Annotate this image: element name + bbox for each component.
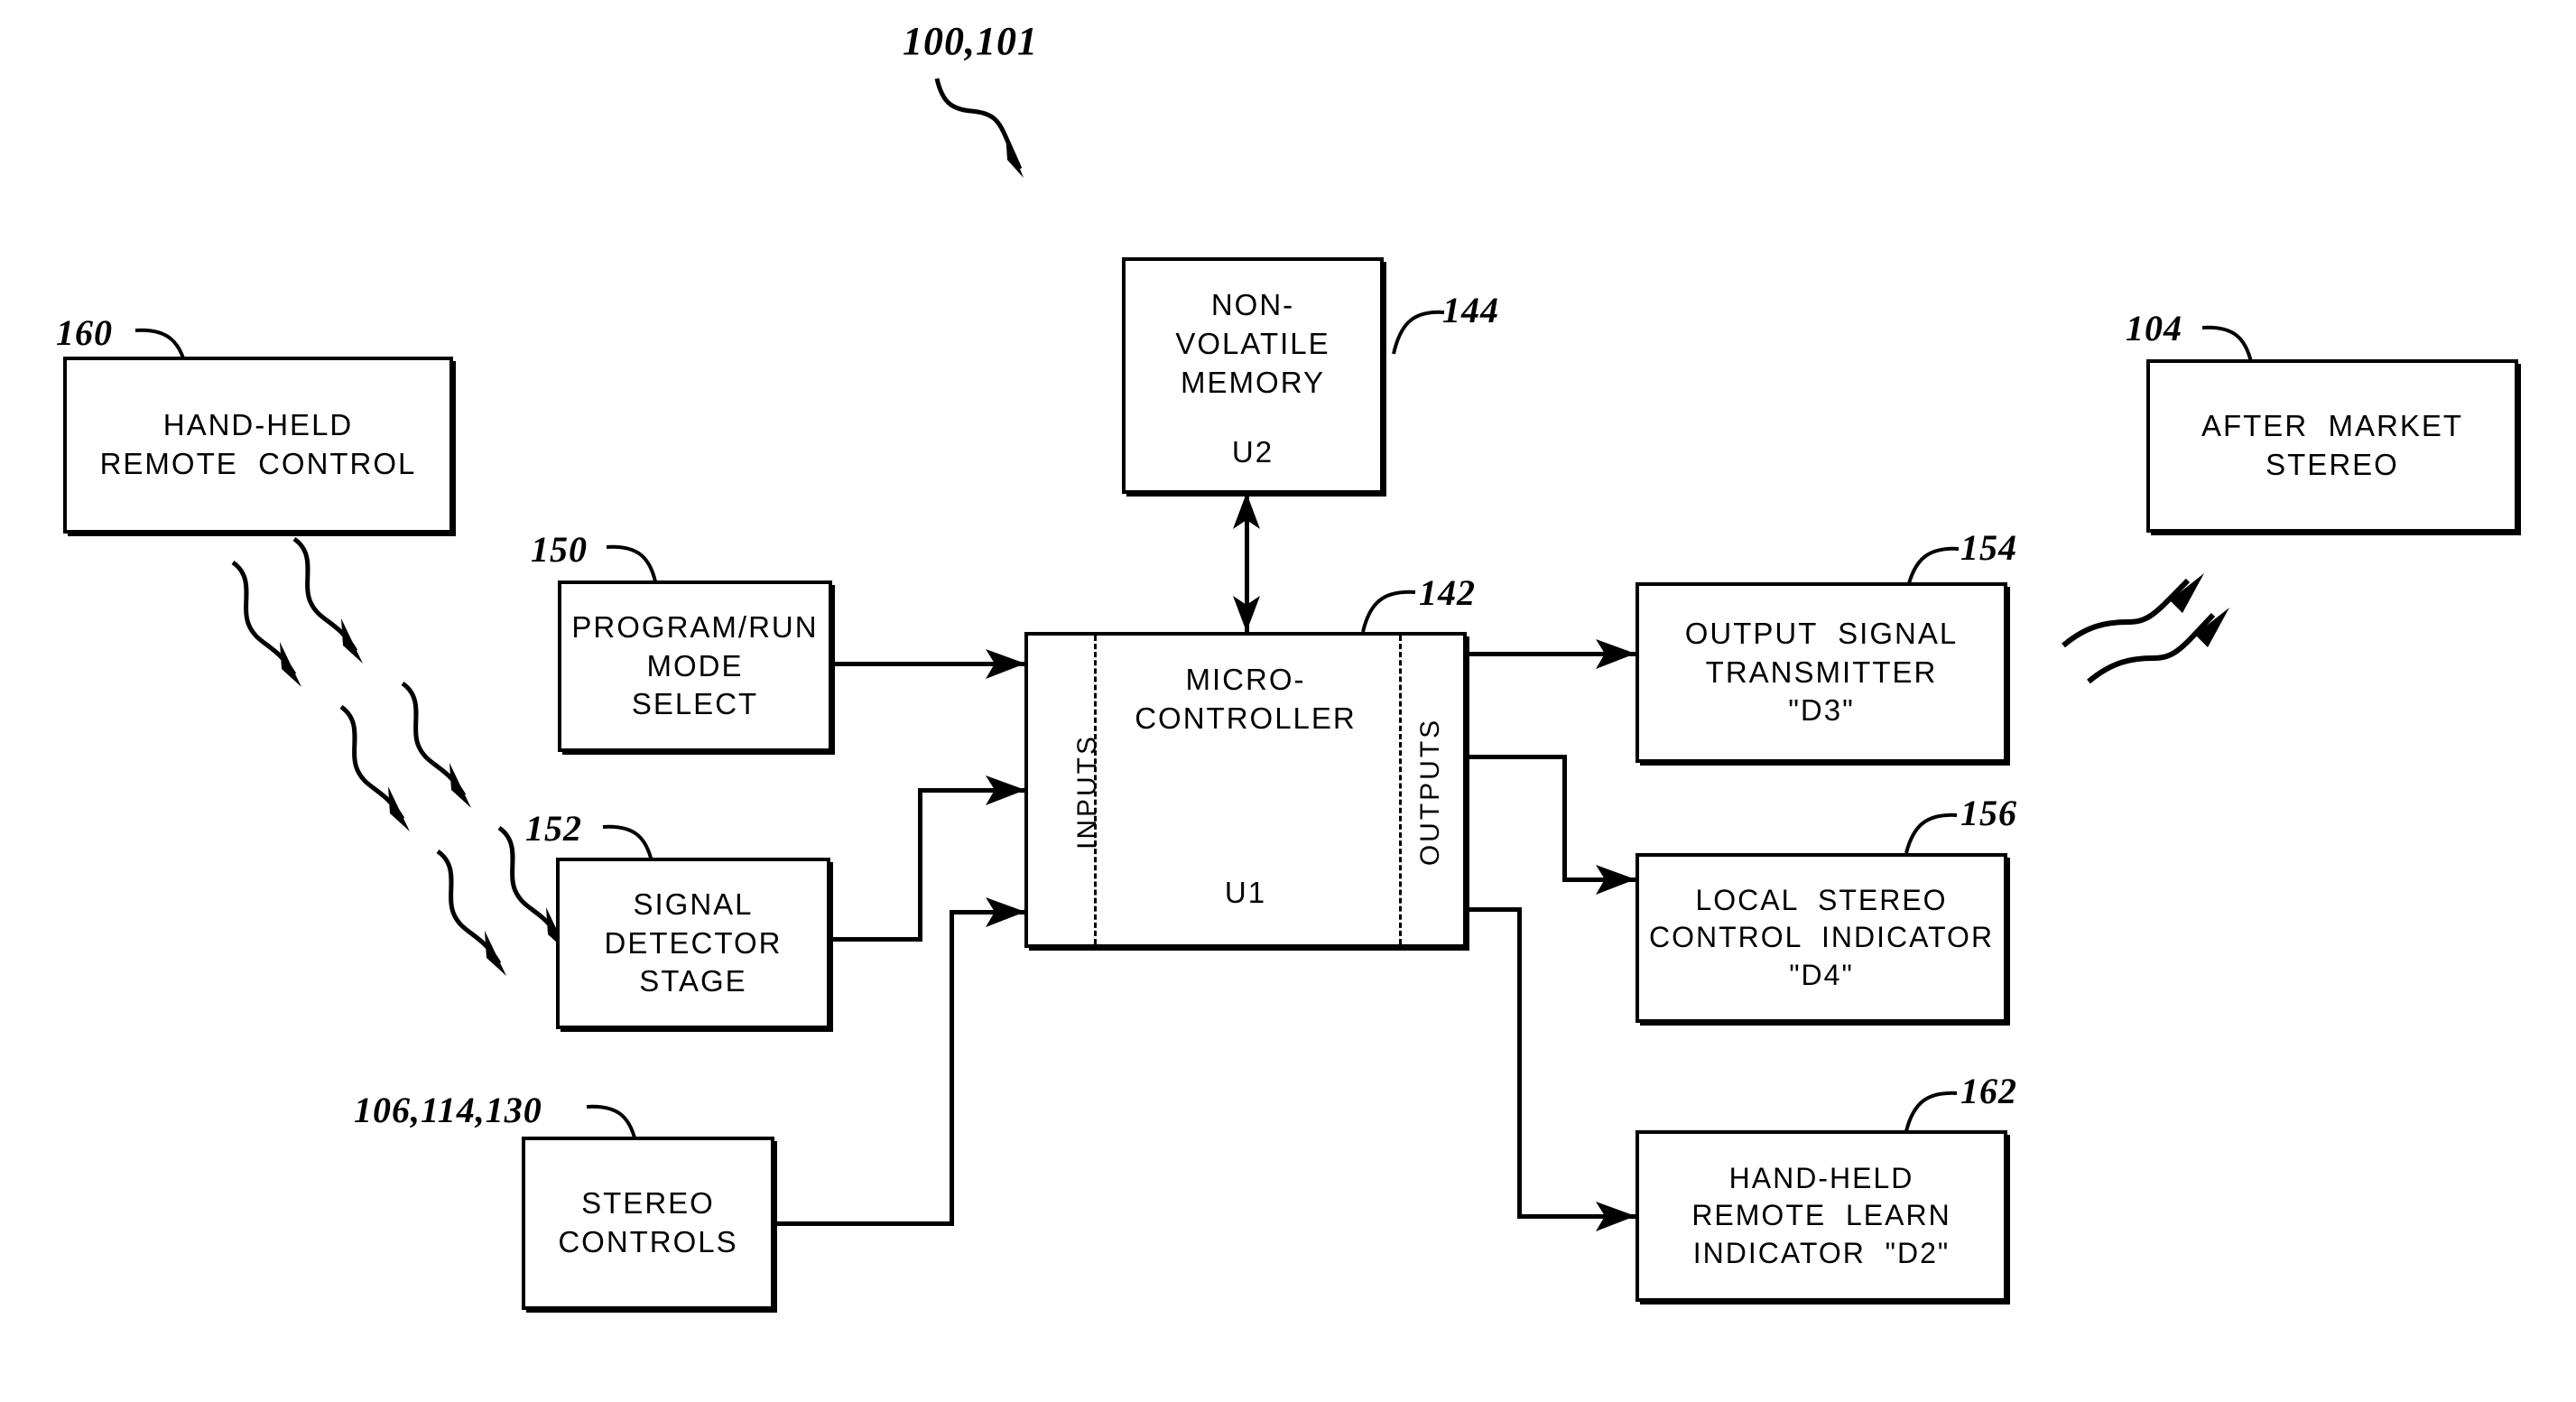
box-line: LOCAL STEREO [1695, 883, 1948, 916]
leader-line-144 [1392, 310, 1445, 355]
box-line: "D3" [1788, 693, 1855, 728]
ref-number-152: 152 [525, 808, 582, 849]
box-line: HAND-HELD [162, 408, 354, 442]
box-line: NON- [1210, 288, 1295, 321]
ir-transmit-wave-icon [2062, 573, 2229, 684]
wire-detector-h1 [828, 937, 922, 942]
leader-line-142 [1361, 590, 1416, 633]
box-line: DETECTOR [604, 925, 783, 960]
wire-stereocontrols-h2 [950, 910, 1025, 915]
box-hand-held-remote-learn-indicator[interactable]: HAND-HELD REMOTE LEARN INDICATOR "D2" [1635, 1130, 2007, 1302]
box-after-market-stereo[interactable]: AFTER MARKET STEREO [2146, 359, 2518, 533]
box-program-run-mode-select[interactable]: PROGRAM/RUN MODE SELECT [558, 580, 832, 752]
ref-number-154: 154 [1960, 527, 2017, 568]
wire-micro-d2-h2 [1517, 1214, 1636, 1219]
micro-inputs-label: INPUTS [1072, 734, 1102, 850]
component-designator-u1: U1 [1224, 875, 1267, 909]
ir-wave-group-1-icon [231, 536, 363, 687]
ref-number-150: 150 [531, 529, 588, 570]
leader-line-100-101 [934, 78, 1024, 178]
box-line: CONTROL INDICATOR [1648, 921, 1995, 954]
box-line: VOLATILE [1175, 326, 1330, 360]
wire-micro-d4-h2 [1562, 877, 1636, 882]
ref-number-156: 156 [1960, 793, 2017, 833]
box-line: SELECT [631, 687, 759, 721]
box-line: REMOTE LEARN [1691, 1199, 1951, 1232]
box-line: OUTPUT SIGNAL [1684, 616, 1959, 650]
box-line: REMOTE CONTROL [99, 447, 417, 480]
ir-wave-group-2-icon [339, 681, 471, 831]
wire-micro-d2-h1 [1465, 907, 1521, 912]
ref-number-100-101: 100,101 [903, 19, 1038, 63]
wire-micro-d4-h1 [1465, 755, 1566, 759]
box-line: HAND-HELD [1728, 1161, 1914, 1194]
box-line: CONTROLLER [1135, 701, 1357, 735]
leader-line-162 [1904, 1091, 1958, 1132]
box-line: STEREO [581, 1186, 715, 1221]
box-output-signal-transmitter[interactable]: OUTPUT SIGNAL TRANSMITTER "D3" [1635, 582, 2007, 763]
component-designator-u2: U2 [1231, 434, 1274, 469]
micro-outputs-divider [1399, 636, 1402, 944]
wire-programrun-to-micro [830, 662, 1024, 666]
ref-number-160: 160 [56, 312, 113, 353]
wire-stereocontrols-v [950, 910, 954, 1226]
wire-stereocontrols-h1 [772, 1221, 952, 1226]
box-line: MODE [646, 648, 744, 682]
box-line: PROGRAM/RUN [571, 609, 819, 644]
box-line: TRANSMITTER [1705, 655, 1938, 689]
box-line: INDICATOR "D2" [1692, 1236, 1951, 1269]
wire-micro-to-transmitter [1465, 652, 1636, 656]
ref-number-106-114-130: 106,114,130 [354, 1090, 542, 1130]
box-hand-held-remote-control[interactable]: HAND-HELD REMOTE CONTROL [63, 357, 453, 534]
box-stereo-controls[interactable]: STEREO CONTROLS [522, 1137, 774, 1310]
micro-outputs-label: OUTPUTS [1415, 717, 1445, 867]
box-line: SIGNAL [633, 887, 754, 921]
wire-micro-d4-v [1562, 755, 1567, 882]
wire-detector-h2 [918, 788, 1024, 793]
patent-figure-canvas: 100,101 160 150 152 106,114,130 144 142 … [0, 0, 2576, 1402]
leader-line-156 [1904, 812, 1958, 854]
box-non-volatile-memory[interactable]: NON- VOLATILE MEMORY U2 [1122, 257, 1384, 494]
box-line: CONTROLS [558, 1225, 738, 1258]
ref-number-104: 104 [2126, 308, 2182, 348]
box-signal-detector-stage[interactable]: SIGNAL DETECTOR STAGE [556, 858, 830, 1029]
wire-micro-d2-v [1517, 907, 1522, 1219]
box-line: STEREO [2266, 448, 2399, 481]
ref-number-142: 142 [1419, 572, 1476, 613]
box-line: "D4" [1789, 958, 1854, 991]
wire-nvm-micro [1245, 493, 1249, 632]
box-line: MEMORY [1181, 365, 1325, 399]
box-line: MICRO- [1185, 663, 1306, 696]
box-line: STAGE [639, 964, 747, 998]
ref-number-144: 144 [1442, 290, 1499, 330]
box-line: AFTER MARKET [2201, 409, 2464, 443]
box-local-stereo-control-indicator[interactable]: LOCAL STEREO CONTROL INDICATOR "D4" [1635, 853, 2007, 1023]
wire-detector-v [918, 788, 922, 942]
ref-number-162: 162 [1960, 1071, 2017, 1111]
